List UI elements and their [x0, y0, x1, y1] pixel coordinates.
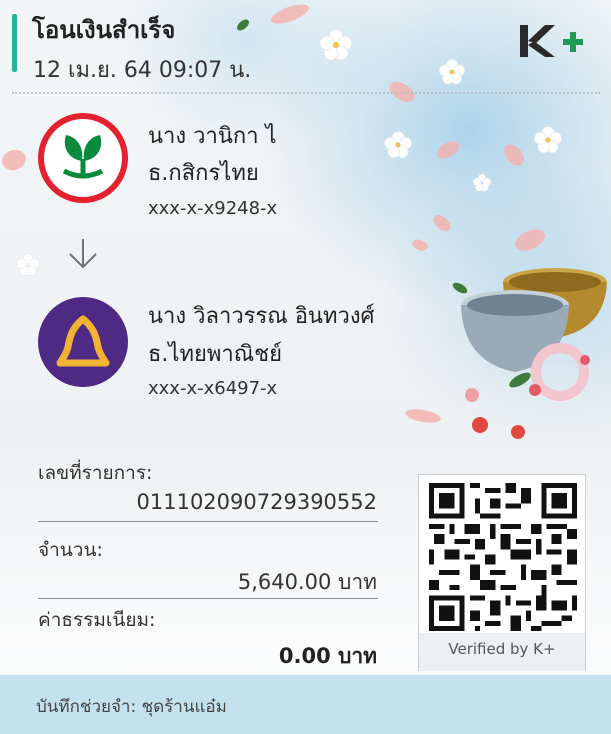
green-leaf — [237, 19, 531, 388]
amount-divider — [38, 598, 378, 599]
kbank-leaf-icon — [62, 135, 104, 179]
receiver-account: xxx-x-x6497-x — [148, 378, 278, 399]
sender-account: xxx-x-x9248-x — [148, 198, 278, 219]
memo-bar: บันทึกช่วยจำ: ชุดร้านแอ๋ม — [0, 675, 611, 734]
fee-value: 0.00 บาท — [278, 644, 377, 668]
kplus-logo — [520, 25, 583, 57]
sender-name: นาง วานิกา ไ — [148, 124, 277, 149]
kbank-logo — [38, 113, 128, 203]
qr-card: Verified by K+ — [418, 474, 586, 671]
transaction-datetime: 12 เม.ย. 64 09:07 น. — [33, 58, 252, 83]
sender-bank: ธ.กสิกรไทย — [148, 161, 259, 186]
amount-label: จำนวน: — [38, 539, 103, 561]
arrow-down-icon — [69, 239, 97, 269]
reference-value: 011102090729390552 — [136, 490, 378, 514]
qr-verified-label: Verified by K+ — [448, 640, 556, 658]
header-accent-bar — [12, 14, 17, 72]
receiver-bank: ธ.ไทยพาณิชย์ — [148, 342, 282, 367]
amount-value: 5,640.00 บาท — [237, 570, 377, 594]
qr-code[interactable] — [429, 483, 577, 631]
receiver-name: นาง วิลาวรรณ อินทวงศ์ — [148, 304, 375, 329]
scb-shrine-icon — [56, 315, 110, 367]
scb-logo — [38, 297, 128, 387]
fee-label: ค่าธรรมเนียม: — [38, 609, 156, 631]
flower-garland — [465, 343, 590, 439]
header-divider — [12, 92, 600, 94]
reference-divider — [38, 521, 378, 522]
memo-text: บันทึกช่วยจำ: ชุดร้านแอ๋ม — [36, 697, 227, 717]
reference-label: เลขที่รายการ: — [38, 462, 153, 484]
page-title: โอนเงินสำเร็จ — [32, 16, 176, 44]
